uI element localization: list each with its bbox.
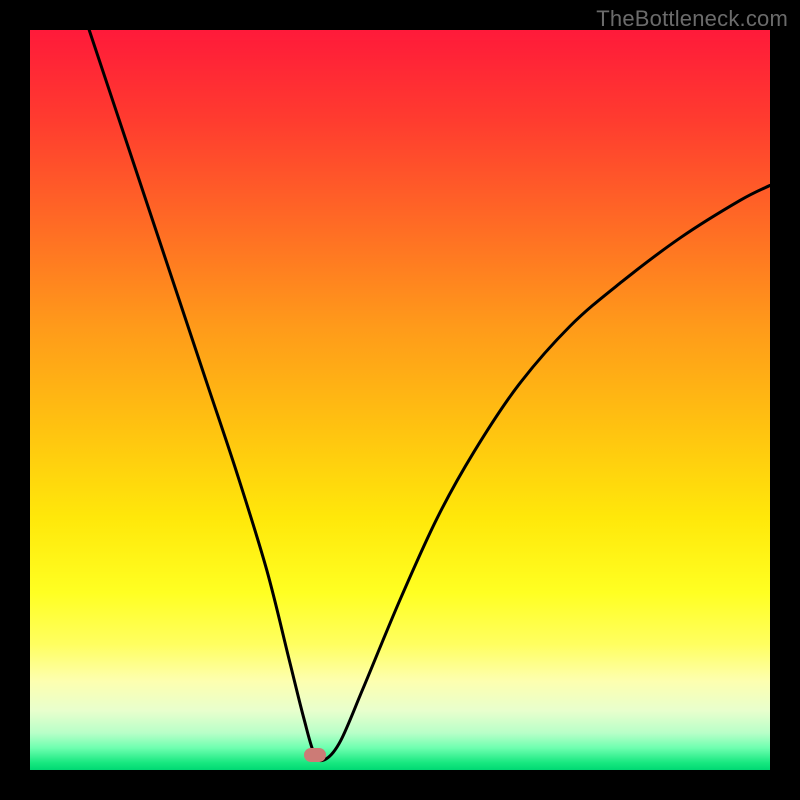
plot-area (30, 30, 770, 770)
chart-frame: TheBottleneck.com (0, 0, 800, 800)
bottleneck-curve (30, 30, 770, 770)
optimal-marker (304, 748, 326, 762)
watermark-text: TheBottleneck.com (596, 6, 788, 32)
